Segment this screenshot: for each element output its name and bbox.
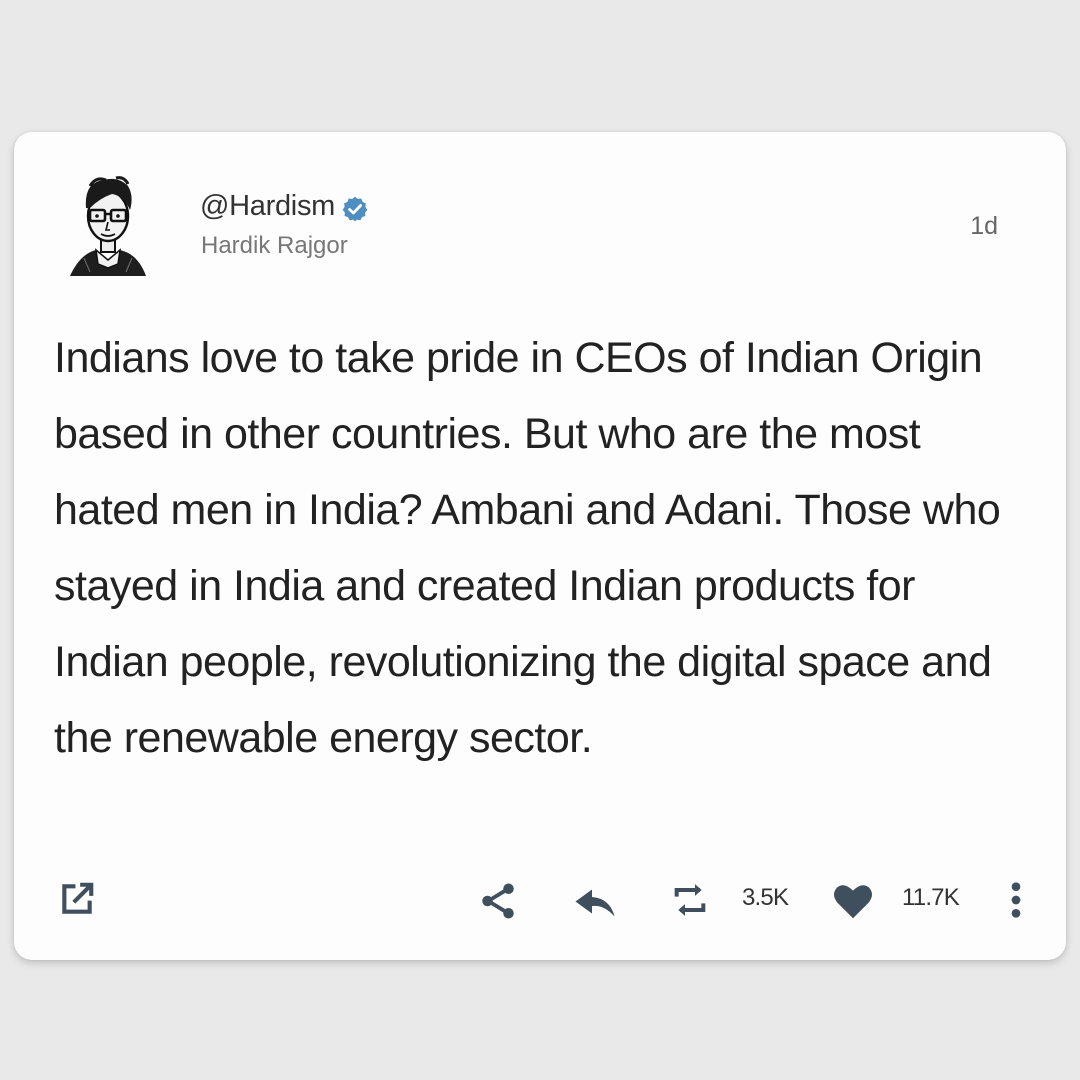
avatar[interactable] <box>66 172 150 282</box>
avatar-illustration <box>70 176 146 276</box>
like-count: 11.7K <box>902 884 960 911</box>
user-handle[interactable]: @Hardism <box>200 190 335 223</box>
retweet-count: 3.5K <box>742 884 789 911</box>
tweet-card: @Hardism Hardik Rajgor 1d Indians love t… <box>14 132 1066 960</box>
reply-icon[interactable] <box>574 888 616 918</box>
tweet-text: Indians love to take pride in CEOs of In… <box>54 334 1001 762</box>
share-icon[interactable] <box>476 880 520 922</box>
handle-row: @Hardism <box>200 190 369 223</box>
more-vertical-icon[interactable] <box>1006 880 1026 920</box>
external-link-icon[interactable] <box>58 880 96 918</box>
display-name[interactable]: Hardik Rajgor <box>201 232 348 260</box>
verified-badge-icon <box>342 196 368 221</box>
retweet-icon[interactable] <box>670 880 710 920</box>
timestamp[interactable]: 1d <box>970 212 998 241</box>
heart-icon[interactable] <box>832 882 874 920</box>
